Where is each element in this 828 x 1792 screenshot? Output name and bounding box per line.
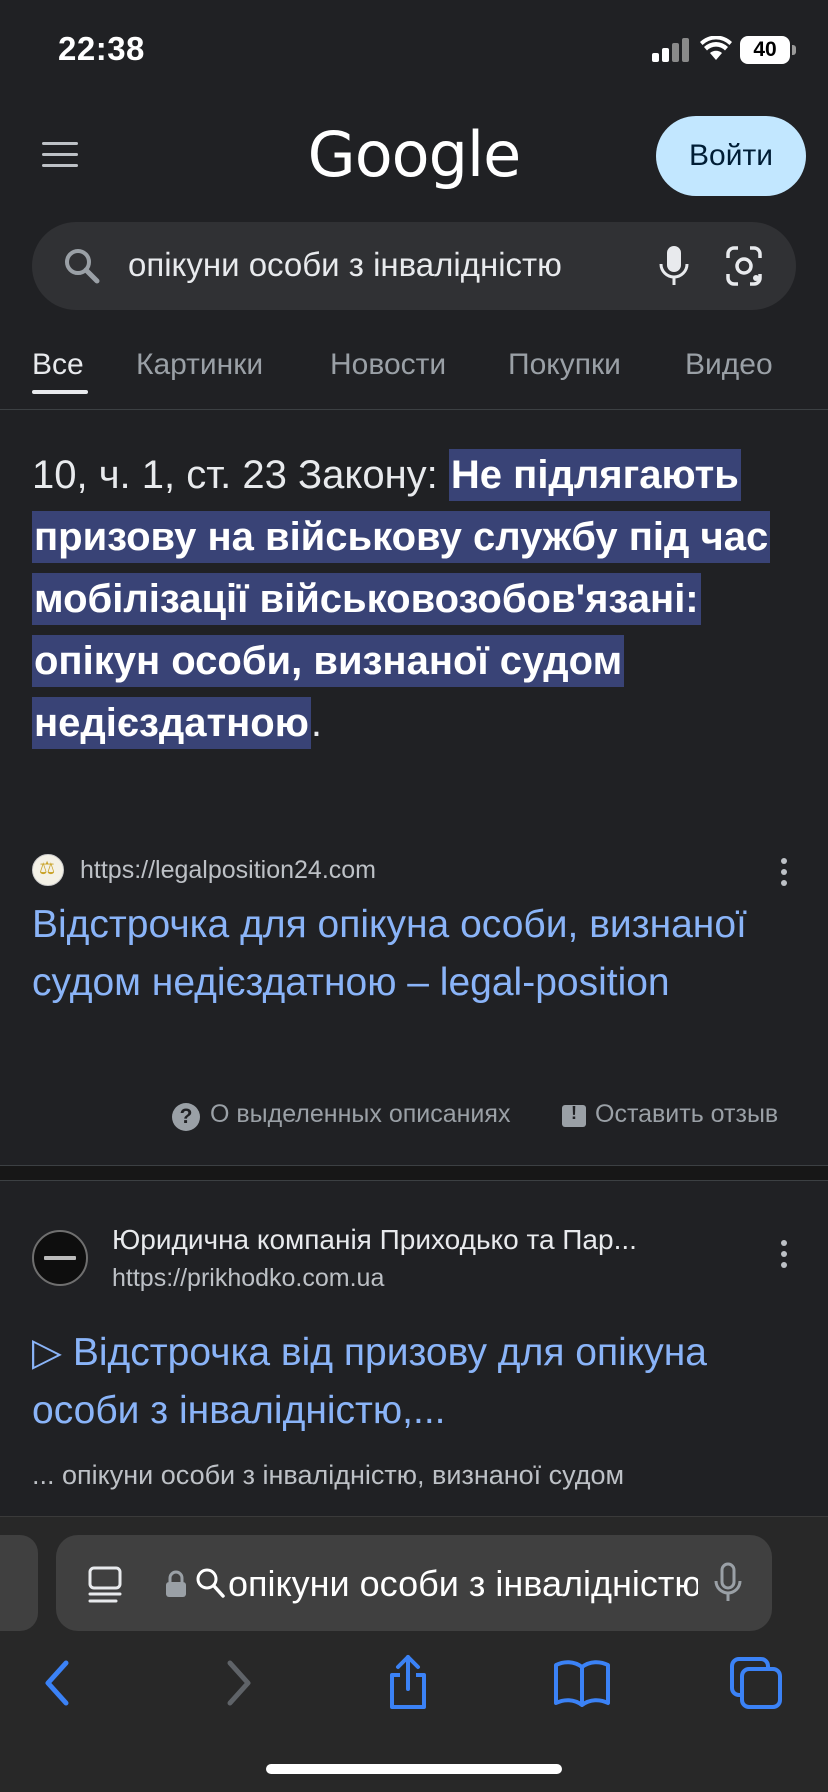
site-favicon: [32, 1230, 88, 1286]
tab-all[interactable]: Все: [32, 348, 84, 382]
active-tab-indicator: [32, 390, 88, 394]
battery-indicator: 40: [740, 36, 796, 64]
featured-snippet-text: 10, ч. 1, ст. 23 Закону: Не підлягають п…: [32, 444, 798, 754]
status-time: 22:38: [58, 30, 145, 67]
result-title-link[interactable]: ▷ Відстрочка від призову для опікуна осо…: [32, 1324, 772, 1440]
home-indicator: [266, 1764, 562, 1774]
microphone-icon[interactable]: [710, 1561, 746, 1605]
more-options-icon[interactable]: [774, 1240, 794, 1270]
section-gap: [0, 1166, 828, 1180]
address-text[interactable]: опікуни особи з інвалідністю: [228, 1563, 698, 1605]
snippet-suffix: .: [310, 701, 322, 745]
status-bar: 22:38 40: [0, 0, 828, 100]
browser-toolbar: опікуни особи з інвалідністю: [0, 1516, 828, 1792]
search-tabs: Все Картинки Новости Покупки Видео: [0, 340, 828, 410]
feedback-link[interactable]: Оставить отзыв: [595, 1100, 778, 1129]
result-url[interactable]: https://prikhodko.com.ua: [112, 1264, 384, 1293]
google-lens-icon[interactable]: [722, 242, 766, 290]
result-snippet: ... опікуни особи з інвалідністю, визнан…: [32, 1460, 625, 1490]
feedback-icon[interactable]: [562, 1103, 586, 1127]
tab-shopping[interactable]: Покупки: [508, 348, 621, 382]
search-input[interactable]: опікуни особи з інвалідністю: [128, 246, 638, 284]
result-title-link[interactable]: Відстрочка для опікуна особи, визнаної с…: [32, 896, 752, 1012]
back-arrow-icon[interactable]: [30, 1653, 90, 1713]
tabs-icon[interactable]: [726, 1653, 786, 1713]
lock-icon: [166, 1570, 186, 1597]
tab-news[interactable]: Новости: [330, 348, 446, 382]
share-icon[interactable]: [378, 1653, 438, 1713]
site-favicon: [32, 854, 64, 886]
snippet-prefix: 10, ч. 1, ст. 23 Закону:: [32, 453, 449, 497]
search-icon[interactable]: [60, 244, 104, 288]
more-options-icon[interactable]: [774, 858, 794, 888]
forward-arrow-icon[interactable]: [206, 1653, 266, 1713]
about-snippets-link[interactable]: О выделенных описаниях: [210, 1100, 510, 1129]
tab-images[interactable]: Картинки: [136, 348, 263, 382]
address-bar[interactable]: опікуни особи з інвалідністю: [56, 1535, 772, 1631]
result-site-name[interactable]: Юридична компанія Приходько та Пар...: [112, 1224, 712, 1256]
section-divider: [0, 1180, 828, 1181]
page-menu-icon[interactable]: [86, 1565, 126, 1605]
sign-in-button[interactable]: Войти: [656, 116, 806, 196]
result-url[interactable]: https://legalposition24.com: [80, 856, 376, 885]
cellular-signal-icon: [652, 38, 692, 62]
tab-video[interactable]: Видео: [685, 348, 773, 382]
voice-search-icon[interactable]: [652, 242, 696, 290]
help-icon[interactable]: ?: [172, 1103, 200, 1131]
search-box[interactable]: опікуни особи з інвалідністю: [32, 222, 796, 310]
bookmarks-icon[interactable]: [552, 1653, 612, 1713]
previous-tab-preview[interactable]: [0, 1535, 38, 1631]
search-icon: [196, 1568, 225, 1598]
wifi-icon: [700, 36, 732, 60]
